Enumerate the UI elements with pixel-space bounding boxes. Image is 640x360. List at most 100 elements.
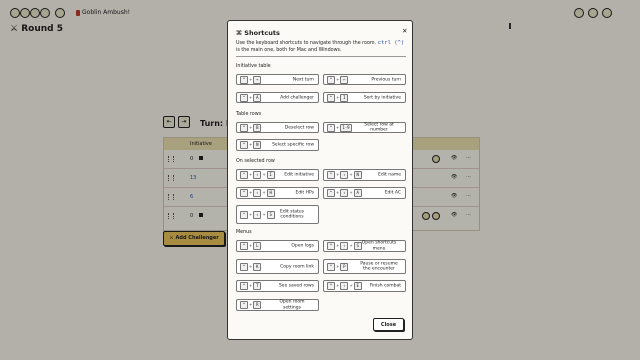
plus-separator: +	[249, 76, 253, 82]
shortcut-item: ^ +1-9 Select row at number	[323, 122, 406, 133]
shortcut-item: ^ + L Open logs	[236, 240, 319, 252]
shortcut-keys: ^ + ⇧ + E	[327, 282, 362, 290]
key-cap: ←	[340, 75, 349, 84]
modal-title-text: Shortcuts	[244, 29, 280, 37]
shortcut-keys: ^ + A	[240, 93, 262, 102]
plus-separator: +	[249, 124, 253, 130]
shortcut-item: ^ + ⇧ + A Edit AC	[323, 187, 406, 199]
plus-separator: +	[349, 190, 353, 195]
shortcut-item: ^ + K Copy room link	[236, 259, 319, 274]
shortcut-item: ^ + A Add challenger	[236, 92, 319, 103]
plus-separator: +	[262, 211, 266, 217]
key-cap: ^	[240, 242, 248, 250]
section-title: On selected row	[236, 159, 275, 164]
key-cap: ^	[327, 123, 335, 132]
shortcut-item: ^ + ⇧ + H Edit HPs	[236, 187, 319, 199]
key-cap: N	[253, 141, 262, 149]
modal-intro: Use the keyboard shortcuts to navigate t…	[236, 40, 406, 54]
close-icon[interactable]: ✕	[402, 27, 407, 35]
plus-separator: +	[349, 243, 353, 248]
key-cap: ^	[327, 75, 335, 84]
key-cap: ^	[240, 141, 248, 149]
key-cap: H	[266, 189, 275, 197]
key-cap: ^	[240, 123, 248, 132]
plus-separator: +	[249, 142, 253, 147]
plus-separator: +	[336, 94, 340, 100]
plus-separator: +	[349, 283, 353, 288]
shortcut-item: ^ + ⇧ + E Finish combat	[323, 280, 406, 292]
shortcut-keys: ^ + ←	[327, 75, 349, 84]
shortcut-item: ^ + ⇧ + I Edit initiative	[236, 169, 319, 181]
key-cap: E	[353, 282, 362, 290]
shortcut-item: ^ + → Next turn	[236, 74, 319, 85]
key-cap: ⇧	[340, 282, 349, 290]
shortcut-keys: ^ + T	[240, 282, 262, 290]
key-cap: K	[253, 262, 262, 271]
shortcut-label: Deselect row	[284, 124, 314, 130]
key-cap: P	[340, 262, 349, 271]
shortcut-keys: ^ + ⇧ + I	[240, 171, 275, 179]
key-cap: I	[340, 93, 349, 102]
shortcut-label: Select row at number	[364, 122, 394, 133]
key-cap: ^	[327, 171, 335, 179]
plus-separator: +	[249, 211, 253, 217]
shortcut-keys: ^ + L	[240, 242, 262, 250]
shortcut-item: ^ + ⇧ + N Edit name	[323, 169, 406, 181]
shortcut-label: Next turn	[292, 76, 314, 82]
intro-text: Use the keyboard shortcuts to navigate t…	[236, 41, 377, 46]
shortcut-keys: ^ + ⇧ + H	[240, 189, 275, 197]
plus-separator: +	[336, 172, 340, 177]
plus-separator: +	[249, 263, 253, 269]
shortcut-item: ^ + N Select specific row	[236, 139, 319, 151]
key-cap: ⇧	[253, 171, 262, 179]
shortcut-label: Open shortcuts menu	[361, 240, 397, 252]
shortcut-item: ^ + I Sort by initiative	[323, 92, 406, 103]
shortcut-label: Copy room link	[280, 263, 314, 269]
shortcuts-modal: ⌘ Shortcuts ✕ Use the keyboard shortcuts…	[227, 20, 413, 340]
section-title: Initiative table	[236, 64, 271, 69]
key-cap: ^	[240, 301, 248, 309]
key-cap: ^	[240, 171, 248, 179]
shortcut-keys: ^ +1-9	[327, 123, 352, 132]
intro-text-end: is the main one, both for Mac and Window…	[236, 48, 342, 53]
plus-separator: +	[336, 243, 340, 248]
plus-separator: +	[249, 94, 253, 100]
intro-ctrl-key: ctrl (^)	[377, 40, 405, 46]
shortcut-label: Open logs	[291, 243, 314, 249]
plus-separator: +	[336, 263, 340, 269]
plus-separator: +	[249, 243, 253, 248]
key-cap: A	[353, 189, 362, 197]
plus-separator: +	[336, 190, 340, 195]
shortcut-label: Open room settings	[279, 299, 305, 311]
key-cap: ⇧	[253, 189, 262, 197]
section-title: Menus	[236, 230, 252, 235]
shortcut-item: ^ + ⇧ + S Open shortcuts menu	[323, 240, 406, 252]
shortcut-keys: ^ + ⇧ + N	[327, 171, 362, 179]
shortcut-label: Add challenger	[280, 94, 314, 100]
plus-separator: +	[249, 302, 253, 307]
shortcut-item: ^ + R Open room settings	[236, 299, 319, 311]
shortcut-keys: ^ + I	[327, 93, 349, 102]
key-cap: B	[253, 123, 262, 132]
key-cap: ⇧	[340, 189, 349, 197]
shortcut-keys: ^ + ⇧ + A	[327, 189, 362, 197]
shortcut-label: Sort by initiative	[363, 94, 401, 100]
key-cap: A	[253, 93, 262, 102]
shortcut-label: Finish combat	[369, 283, 401, 289]
key-cap: ^	[327, 282, 335, 290]
plus-separator: +	[336, 283, 340, 288]
key-cap: ⇧	[253, 210, 262, 219]
plus-separator: +	[336, 76, 340, 82]
shortcut-keys: ^ + →	[240, 75, 262, 84]
shortcut-keys: ^ + K	[240, 262, 262, 271]
key-cap: ^	[240, 262, 248, 271]
key-cap: R	[253, 301, 262, 309]
key-cap: ⇧	[340, 242, 349, 250]
key-cap: N	[353, 171, 362, 179]
shortcut-item: ^ + ← Previous turn	[323, 74, 406, 85]
key-cap: L	[253, 242, 262, 250]
plus-separator: +	[249, 172, 253, 177]
close-button[interactable]: Close	[373, 318, 404, 331]
shortcut-item: ^ + P Pause or resume the encounter	[323, 259, 406, 274]
plus-separator: +	[249, 190, 253, 195]
